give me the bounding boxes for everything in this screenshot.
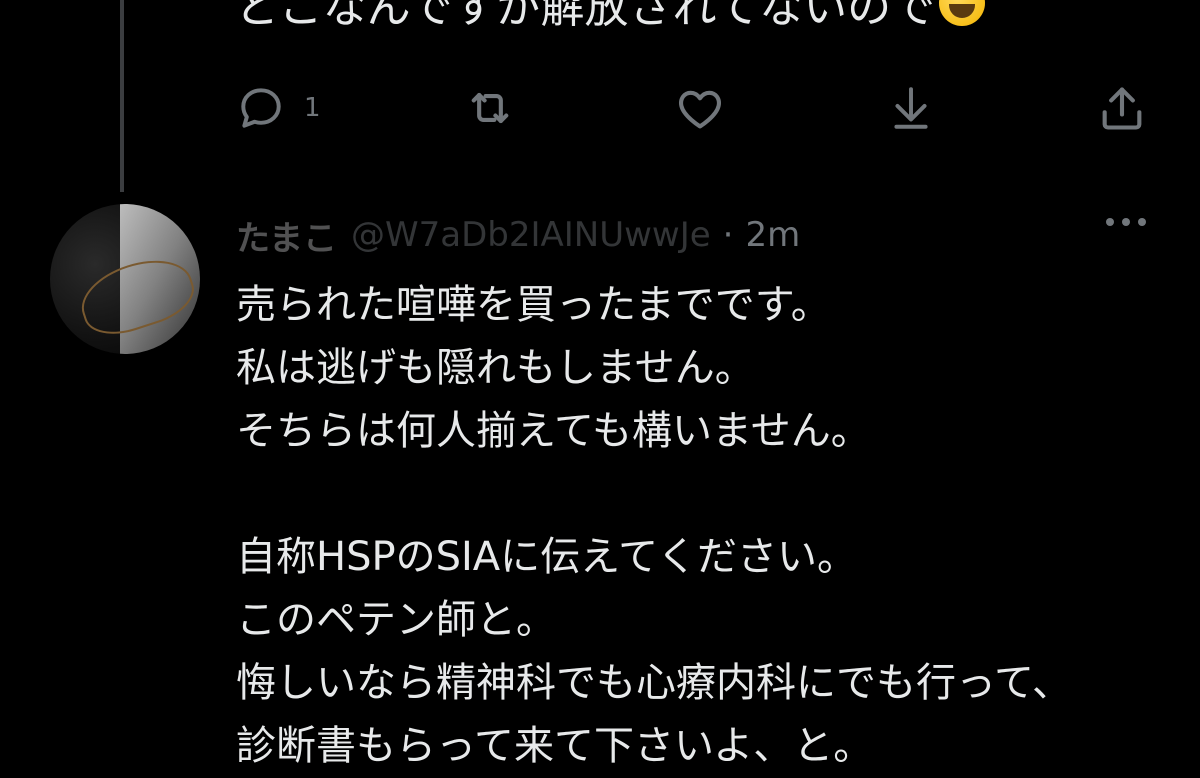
thread-line (120, 0, 124, 192)
header-separator: · (722, 215, 734, 255)
reply-header: たまこ @W7aDb2IAINUwwJe · 2m (236, 210, 1156, 260)
reply-line: 診断書もらって来て下さいよ、と。 (236, 723, 874, 769)
bookmark-download-button[interactable] (886, 80, 936, 136)
heart-icon (679, 90, 721, 129)
tweet-action-bar: 1 (236, 80, 1156, 136)
reply-icon (241, 88, 281, 128)
reply-line: 売られた喧嘩を買ったまでです。 (236, 282, 831, 328)
display-name[interactable]: たまこ (236, 211, 337, 260)
share-button[interactable] (1096, 80, 1148, 136)
reply-button[interactable]: 1 (236, 80, 321, 136)
more-options-icon[interactable] (1106, 218, 1146, 226)
reply-blank-line (236, 463, 1176, 526)
reply-line: 悔しいなら精神科でも心療内科にでも行って、 (236, 660, 1072, 706)
reply-body: 売られた喧嘩を買ったまでです。 私は逃げも隠れもしません。 そちらは何人揃えても… (236, 274, 1176, 778)
reply-line: 自称HSPのSIAに伝えてください。 (236, 534, 857, 580)
download-arrow-icon (894, 87, 928, 129)
timestamp[interactable]: 2m (745, 215, 800, 255)
retweet-icon (471, 92, 509, 124)
more-dot (1138, 218, 1146, 226)
share-icon (1102, 87, 1142, 130)
reply-line: そちらは何人揃えても構いません。 (236, 408, 871, 454)
reply-line: このペテン師と。 (236, 597, 556, 643)
reply-line: 私は逃げも隠れもしません。 (236, 345, 755, 391)
user-handle[interactable]: @W7aDb2IAINUwwJe (351, 215, 711, 255)
more-dot (1106, 218, 1114, 226)
like-button[interactable] (674, 80, 744, 136)
previous-tweet-text-tail: どこなんですが解放されてないので (236, 0, 936, 33)
more-dot (1122, 218, 1130, 226)
retweet-button[interactable] (464, 80, 534, 136)
avatar[interactable] (50, 204, 200, 354)
grinning-sweat-emoji-icon (939, 0, 986, 26)
previous-tweet-text: どこなんですが解放されてないので (236, 0, 986, 38)
reply-count: 1 (304, 93, 321, 123)
